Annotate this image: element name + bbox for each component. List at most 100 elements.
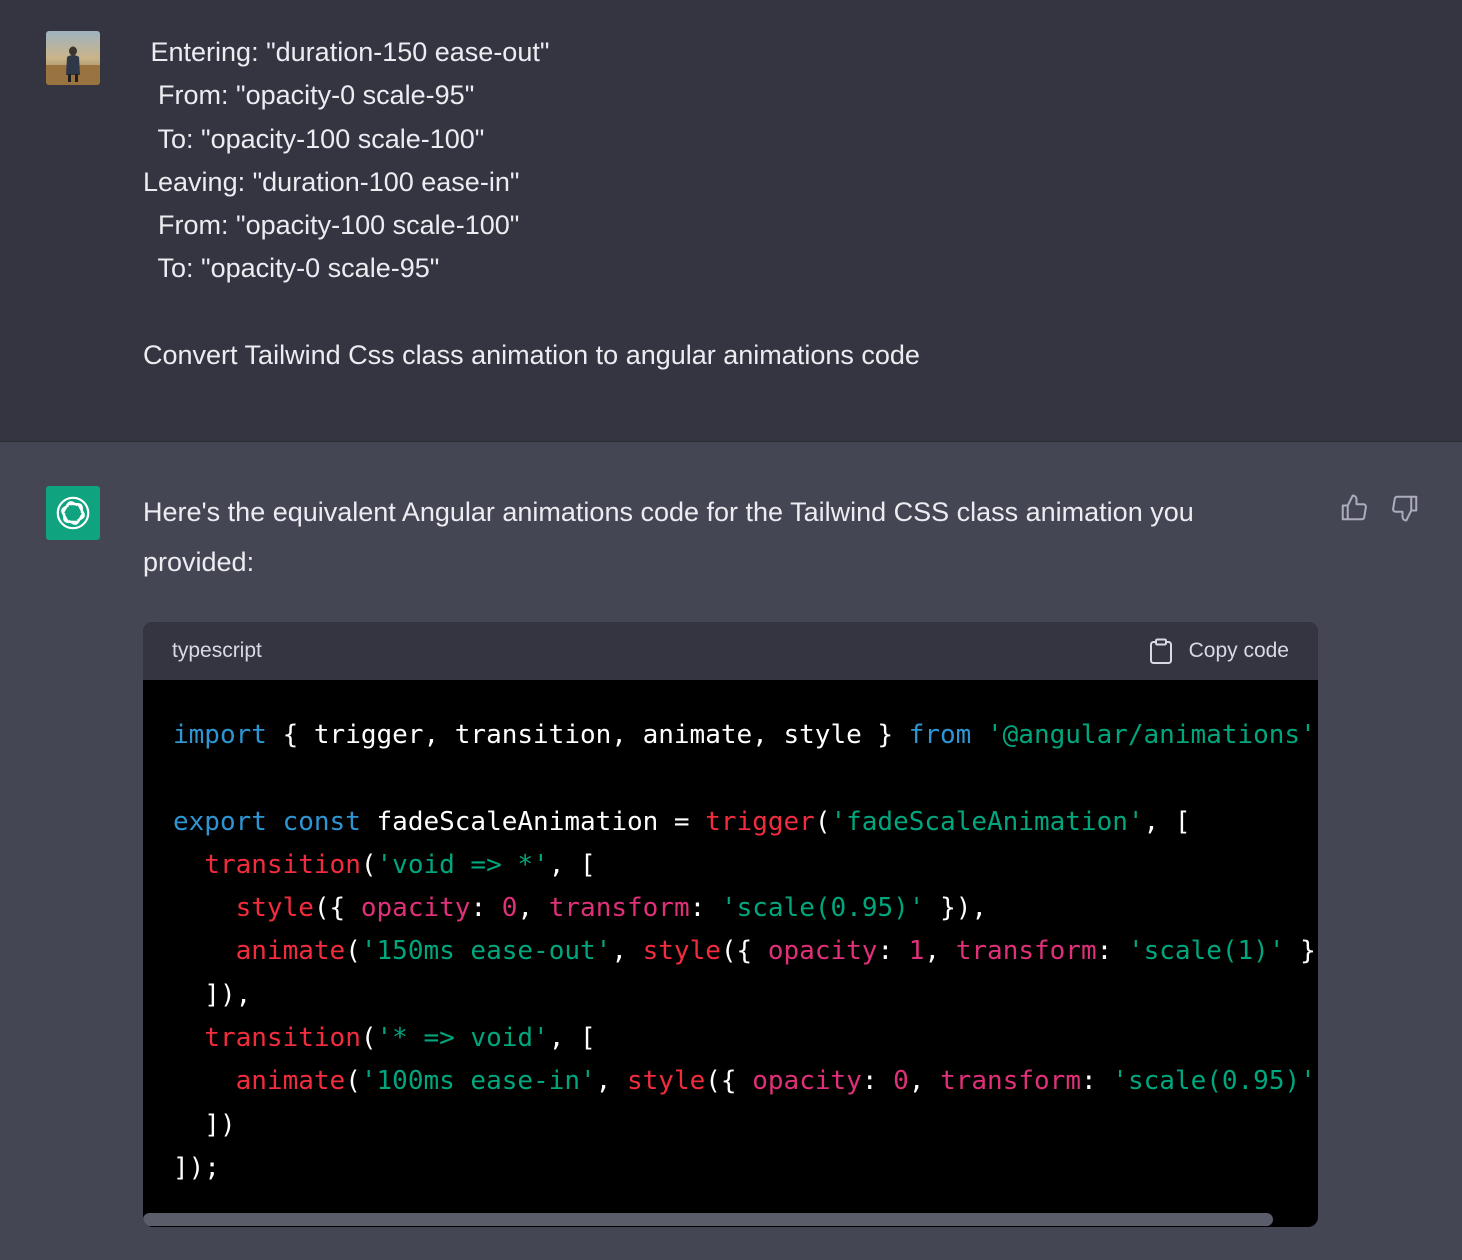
code-token: 0 [893,1066,909,1097]
horizontal-scrollbar[interactable] [143,1213,1273,1226]
code-line: transition('* => void', [ [173,1023,596,1054]
code-token: '100ms ease-in' [360,1066,596,1097]
code-token: : [470,893,502,924]
code-token: style [642,936,721,967]
code-token: transform [955,936,1097,967]
code-token: ( [345,936,361,967]
openai-logo-icon [56,496,90,530]
code-token: ]), [173,979,252,1010]
code-token: '* => void' [376,1023,549,1054]
code-token: ( [360,1023,377,1054]
code-body: import { trigger, transition, animate, s… [143,680,1318,1227]
code-token: const [282,806,361,837]
user-message-line: Convert Tailwind Css class animation to … [143,340,920,371]
code-token: , [924,936,956,967]
code-token: { trigger, transition, animate, style } [266,720,909,750]
code-line: ]), [173,980,251,1010]
code-token: }), [924,893,988,924]
user-message-line: Entering: "duration-150 ease-out" [143,37,550,67]
code-token: , [ [548,1023,596,1054]
assistant-message: Here's the equivalent Angular animations… [0,442,1462,1260]
code-token: , [ [548,849,596,880]
user-message-line: From: "opacity-0 scale-95" [143,80,475,111]
user-message: Entering: "duration-150 ease-out" From: … [0,0,1462,442]
user-message-line: To: "opacity-0 scale-95" [143,253,440,284]
user-message-line: Leaving: "duration-100 ease-in" [143,166,520,197]
code-token: opacity [752,1066,862,1097]
code-token: transition [204,849,361,880]
code-token: ( [814,806,831,837]
code-line: ]); [173,1153,220,1183]
code-line: animate('150ms ease-out', style({ opacit… [173,936,1318,966]
clipboard-icon [1149,638,1172,664]
code-token: 'scale(0.95)' [720,893,925,924]
code-token: ( [360,849,377,880]
code-token: ; [1316,720,1318,750]
code-token: 'scale(1)' [1127,936,1285,967]
code-token: })) [1316,1066,1318,1096]
thumbs-up-icon [1341,494,1367,521]
code-content: import { trigger, transition, animate, s… [173,714,1318,1190]
code-block: typescript Copy code import { trigger, t… [143,622,1318,1227]
code-token: '150ms ease-out' [360,936,612,967]
thumbs-down-button[interactable] [1389,492,1421,524]
copy-code-label: Copy code [1188,639,1289,662]
code-token: opacity [767,936,878,967]
code-token: : [1096,936,1128,967]
copy-code-button[interactable]: Copy code [1149,638,1289,665]
user-message-line: To: "opacity-100 scale-100" [143,123,485,154]
code-token: 0 [501,893,518,924]
code-token: ]) [173,1109,236,1140]
code-token: '@angular/animations' [987,720,1316,750]
code-token: transform [548,893,690,924]
code-token: ({ [720,936,768,967]
code-token: export [173,806,267,837]
code-token: , [611,936,643,967]
code-token: ({ [313,893,361,924]
code-token: fadeScaleAnimation = [360,806,706,837]
code-token: 'void => *' [376,849,549,880]
thumbs-down-icon [1392,495,1418,522]
thumbs-up-button[interactable] [1338,492,1370,524]
code-token: transition [204,1023,361,1054]
code-token: import [173,720,267,750]
code-token: })) [1300,936,1318,967]
code-token: , [595,1066,627,1097]
assistant-intro-text: Here's the equivalent Angular animations… [143,497,1194,577]
code-token: trigger [705,806,815,837]
code-token: : [877,936,909,967]
code-token: , [ [1143,806,1191,837]
code-language-label: typescript [172,639,262,662]
code-token: animate [235,1066,346,1097]
code-token: : [689,893,721,924]
code-block-header: typescript Copy code [143,622,1318,680]
code-token: from [908,720,972,750]
code-line: export const fadeScaleAnimation = trigge… [173,807,1191,837]
code-token: style [626,1066,706,1097]
code-line: ]) [173,1109,236,1140]
code-token: 'fadeScaleAnimation' [830,806,1144,837]
code-token: ({ [705,1066,753,1097]
code-token: : [861,1066,894,1097]
code-line: style({ opacity: 0, transform: 'scale(0.… [173,893,987,923]
code-token: , [908,1066,941,1097]
code-token: animate [235,936,346,967]
user-message-text: Entering: "duration-150 ease-out" From: … [143,31,920,377]
user-message-line: From: "opacity-100 scale-100" [143,210,520,241]
code-line: animate('100ms ease-in', style({ opacity… [173,1066,1318,1096]
code-token: 1 [908,936,925,967]
user-avatar [46,31,100,85]
code-token: : [1080,1066,1113,1097]
code-token: opacity [360,893,471,924]
code-token: style [235,893,314,924]
user-avatar-photo-icon [46,31,100,85]
code-token: transform [940,1066,1081,1097]
code-token: ]); [173,1152,220,1183]
code-token: ( [345,1066,361,1097]
